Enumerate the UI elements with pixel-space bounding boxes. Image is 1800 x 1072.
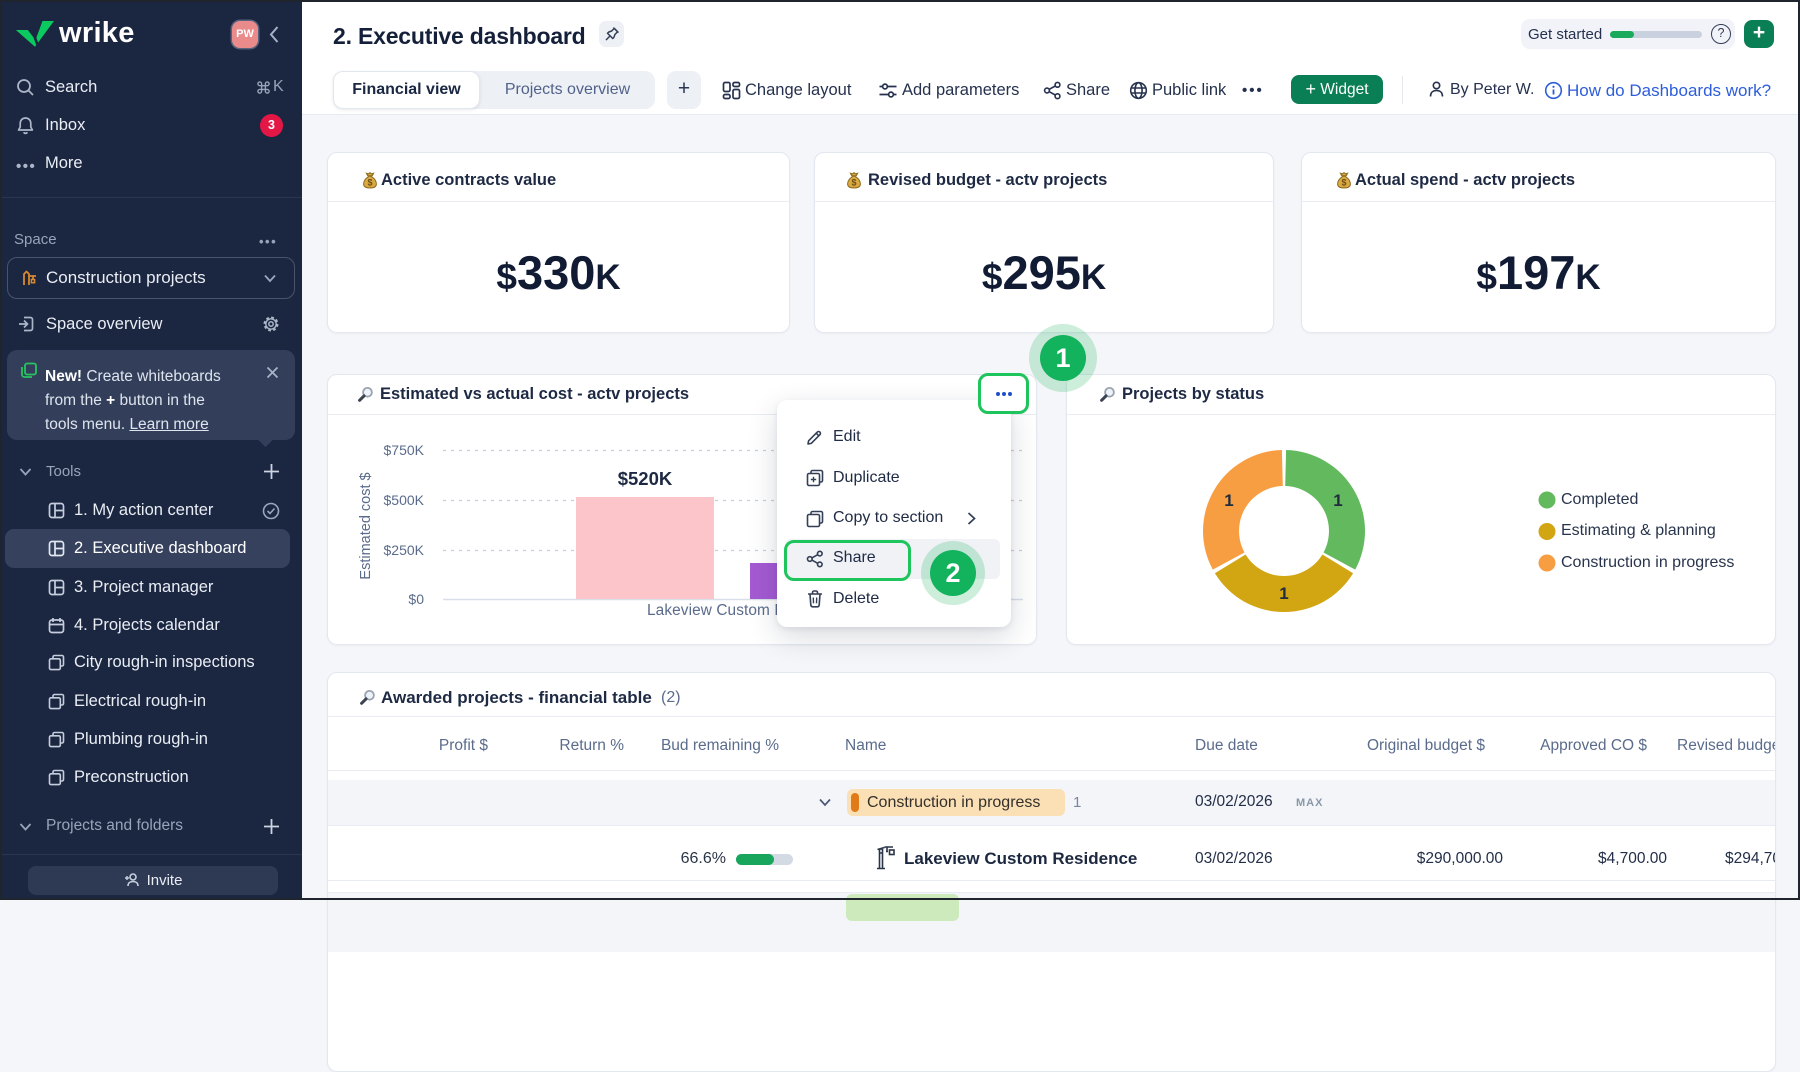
svg-text:1: 1 bbox=[1279, 584, 1288, 603]
svg-text:$: $ bbox=[851, 178, 856, 188]
svg-text:$: $ bbox=[367, 178, 372, 188]
svg-text:1: 1 bbox=[1333, 491, 1342, 510]
svg-text:1: 1 bbox=[1224, 491, 1233, 510]
svg-text:$: $ bbox=[1341, 178, 1346, 188]
